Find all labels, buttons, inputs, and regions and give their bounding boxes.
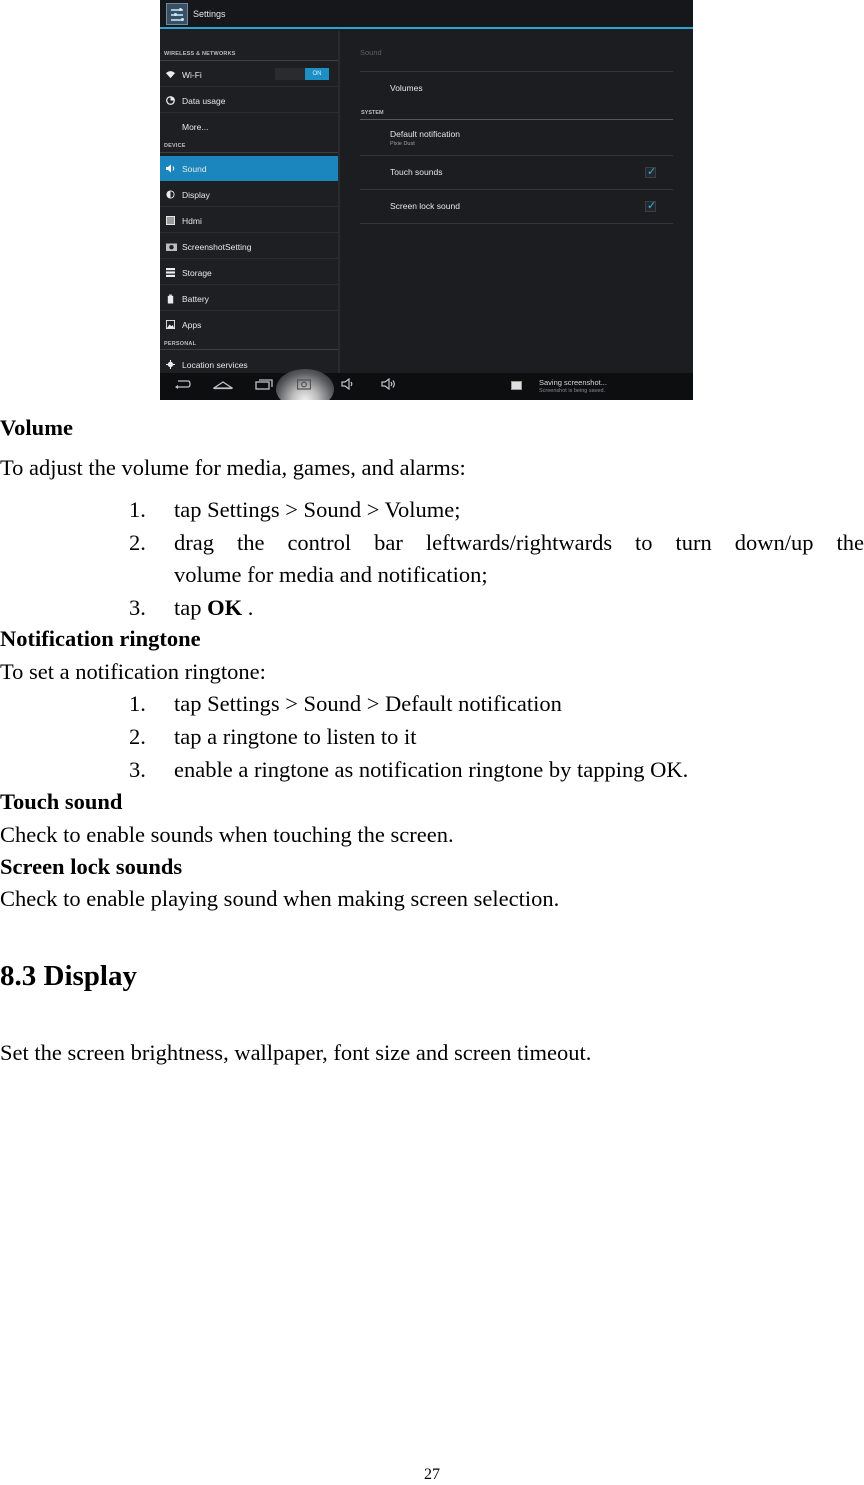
sidebar-item-apps[interactable]: Apps xyxy=(160,312,338,337)
display-icon xyxy=(166,190,175,199)
wifi-icon xyxy=(166,70,175,79)
page-number: 27 xyxy=(424,1466,440,1483)
notification-subtitle: Screenshot is being saved. xyxy=(539,388,606,394)
sidebar-item-screenshot-setting[interactable]: ScreenshotSetting xyxy=(160,234,338,259)
camera-icon xyxy=(166,242,177,251)
settings-app-icon[interactable] xyxy=(166,3,188,25)
checkmark-icon: ✓ xyxy=(647,166,657,178)
storage-icon xyxy=(166,268,175,277)
volume-down-icon[interactable] xyxy=(341,377,355,394)
home-icon[interactable] xyxy=(211,378,235,394)
screenshot-icon[interactable] xyxy=(296,378,312,394)
notification-heading: Notification ringtone xyxy=(0,626,201,651)
data-usage-icon xyxy=(166,96,175,105)
ok-bold-text: OK xyxy=(207,595,243,620)
touch-sounds-checkbox[interactable]: ✓ xyxy=(645,166,657,178)
display-text: Set the screen brightness, wallpaper, fo… xyxy=(0,1040,592,1065)
wifi-toggle-on: ON xyxy=(305,68,329,80)
section-heading-display: 8.3 Display xyxy=(0,960,137,992)
settings-category-list: WIRELESS & NETWORKS Wi-Fi ON Data usage … xyxy=(160,31,338,373)
sidebar-item-data-usage[interactable]: Data usage xyxy=(160,88,338,113)
system-navbar: Saving screenshot... Screenshot is being… xyxy=(160,369,693,400)
volumes-item[interactable]: Volumes xyxy=(390,83,423,93)
category-personal: PERSONAL xyxy=(164,341,197,347)
pane-title: Sound xyxy=(360,48,382,57)
volume-heading: Volume xyxy=(0,415,73,440)
default-notification-item[interactable]: Default notification xyxy=(390,129,460,139)
sidebar-item-sound[interactable]: Sound xyxy=(160,156,338,181)
sidebar-item-wifi[interactable]: Wi-Fi ON xyxy=(160,62,338,87)
back-icon[interactable] xyxy=(174,378,192,394)
category-device: DEVICE xyxy=(164,143,186,149)
sound-settings-pane: Sound Volumes SYSTEM Default notificatio… xyxy=(340,31,693,373)
checkmark-icon: ✓ xyxy=(647,200,657,212)
touch-sounds-item[interactable]: Touch sounds xyxy=(390,167,442,177)
recent-apps-icon[interactable] xyxy=(255,378,273,394)
sound-icon xyxy=(166,164,175,173)
notification-title[interactable]: Saving screenshot... xyxy=(539,378,607,387)
default-notification-value: Pixie Dust xyxy=(390,141,415,147)
category-wireless-networks: WIRELESS & NETWORKS xyxy=(164,51,236,57)
touch-sound-heading: Touch sound xyxy=(0,789,123,814)
image-notification-icon xyxy=(511,381,522,390)
apps-icon xyxy=(166,320,175,329)
category-system: SYSTEM xyxy=(361,110,384,116)
screen-lock-heading: Screen lock sounds xyxy=(0,854,183,879)
action-bar: Settings xyxy=(160,0,693,29)
volume-intro: To adjust the volume for media, games, a… xyxy=(0,455,466,480)
sidebar-item-battery[interactable]: Battery xyxy=(160,286,338,311)
touch-sound-text: Check to enable sounds when touching the… xyxy=(0,822,454,847)
screen-lock-sound-checkbox[interactable]: ✓ xyxy=(645,200,657,212)
hdmi-icon xyxy=(166,216,175,225)
app-title: Settings xyxy=(193,9,226,19)
volume-up-icon[interactable] xyxy=(381,377,397,394)
battery-icon xyxy=(166,294,175,304)
sidebar-item-display[interactable]: Display xyxy=(160,182,338,207)
sidebar-item-more[interactable]: More... xyxy=(160,114,338,139)
settings-screenshot: Settings WIRELESS & NETWORKS Wi-Fi ON Da… xyxy=(160,0,693,400)
notification-intro: To set a notification ringtone: xyxy=(0,659,266,684)
wifi-toggle[interactable]: ON xyxy=(275,68,329,80)
sidebar-item-hdmi[interactable]: Hdmi xyxy=(160,208,338,233)
location-icon xyxy=(166,360,175,369)
screen-lock-sound-item[interactable]: Screen lock sound xyxy=(390,201,460,211)
sidebar-item-storage[interactable]: Storage xyxy=(160,260,338,285)
screen-lock-text: Check to enable playing sound when makin… xyxy=(0,886,560,911)
